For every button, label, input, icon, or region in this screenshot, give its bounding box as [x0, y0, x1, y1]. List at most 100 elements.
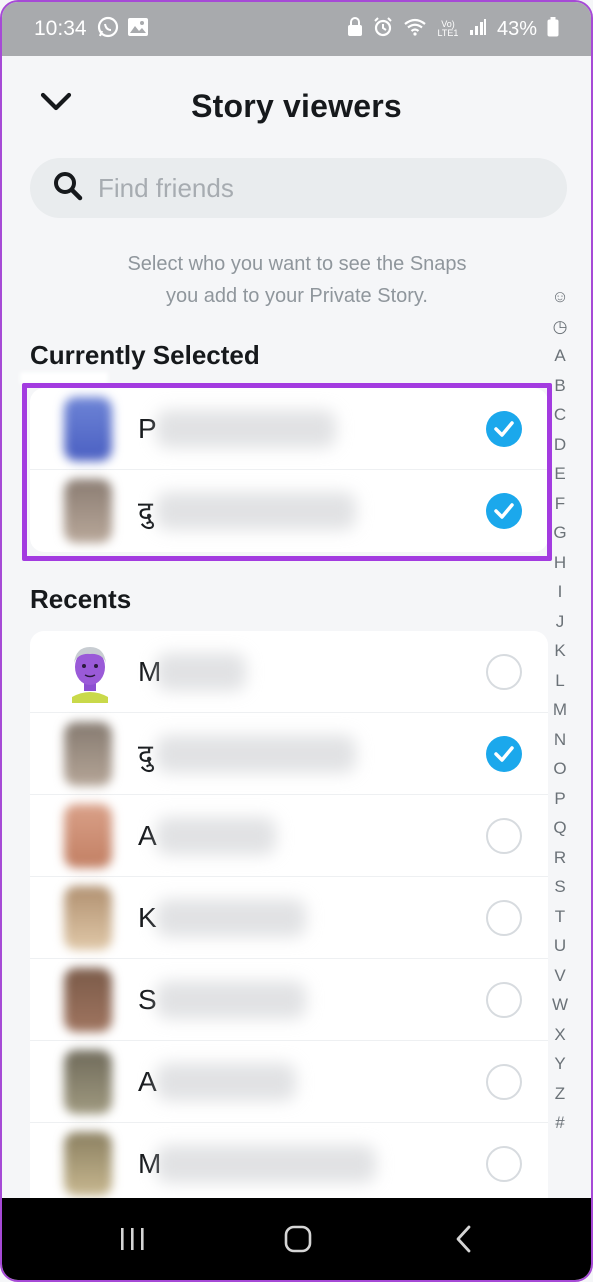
- avatar: [64, 1132, 112, 1196]
- recents-list: M दु A K S A M: [30, 631, 548, 1205]
- index-letter[interactable]: O: [553, 754, 566, 784]
- network-label: Vo) LTE1: [437, 19, 459, 38]
- index-letter[interactable]: Q: [553, 813, 566, 843]
- contact-name: P: [138, 412, 157, 444]
- check-icon: [494, 503, 514, 519]
- unselected-check[interactable]: [486, 1146, 522, 1182]
- index-letter[interactable]: ◷: [553, 312, 568, 342]
- index-letter[interactable]: T: [555, 902, 565, 932]
- index-letter[interactable]: Z: [555, 1079, 565, 1109]
- avatar: [64, 479, 112, 543]
- index-letter[interactable]: S: [554, 872, 565, 902]
- unselected-check[interactable]: [486, 654, 522, 690]
- back-arrow-icon: [456, 1225, 471, 1253]
- battery-icon: [547, 16, 559, 42]
- list-item[interactable]: A: [30, 1041, 548, 1123]
- index-letter[interactable]: Y: [554, 1049, 565, 1079]
- unselected-check[interactable]: [486, 1064, 522, 1100]
- lock-icon: [347, 16, 363, 42]
- blurred-name: [156, 817, 276, 855]
- bitmoji-avatar: [62, 641, 118, 703]
- home-icon: [284, 1225, 312, 1253]
- contact-name: दु: [138, 738, 153, 770]
- list-item[interactable]: A: [30, 795, 548, 877]
- status-time: 10:34: [34, 17, 87, 40]
- index-letter[interactable]: N: [554, 725, 566, 755]
- index-letter[interactable]: J: [556, 607, 565, 637]
- list-item[interactable]: दु: [30, 713, 548, 795]
- selected-check[interactable]: [486, 736, 522, 772]
- selected-check[interactable]: [486, 411, 522, 447]
- recent-apps-button[interactable]: [102, 1218, 162, 1260]
- index-letter[interactable]: I: [558, 577, 563, 607]
- index-letter[interactable]: G: [553, 518, 566, 548]
- status-bar: 10:34 Vo) LTE1 43%: [2, 2, 591, 56]
- avatar: [64, 397, 112, 461]
- recents-title: Recents: [30, 584, 132, 614]
- wifi-icon: [403, 18, 427, 41]
- list-item[interactable]: दु: [30, 470, 548, 552]
- list-item[interactable]: M: [30, 631, 548, 713]
- contact-name: दु: [138, 496, 153, 527]
- index-letter[interactable]: R: [554, 843, 566, 873]
- avatar: [64, 968, 112, 1032]
- blurred-name: [156, 492, 356, 530]
- contact-name: K: [138, 901, 157, 933]
- blur-strip: [20, 372, 108, 384]
- index-letter[interactable]: H: [554, 548, 566, 578]
- alphabet-index[interactable]: ☺ ◷ A B C D E F G H I J K L M N O P Q R S T U V W X Y Z #: [549, 282, 571, 1138]
- whatsapp-icon: [97, 16, 119, 43]
- list-item[interactable]: K: [30, 877, 548, 959]
- avatar: [64, 886, 112, 950]
- status-right-icons: Vo) LTE1 43%: [347, 16, 559, 42]
- contact-name: A: [138, 819, 157, 851]
- blurred-name: [156, 899, 306, 937]
- currently-selected-list: P दु: [30, 388, 548, 552]
- index-letter[interactable]: F: [555, 489, 565, 519]
- recent-apps-icon: [121, 1228, 144, 1250]
- index-letter[interactable]: M: [553, 695, 567, 725]
- search-icon: [52, 170, 84, 207]
- gallery-icon: [127, 17, 149, 42]
- index-letter[interactable]: X: [554, 1020, 565, 1050]
- currently-selected-title: Currently Selected: [30, 340, 260, 370]
- system-nav-bar: [2, 1198, 591, 1280]
- index-letter[interactable]: B: [554, 371, 565, 401]
- index-letter[interactable]: V: [554, 961, 565, 991]
- list-item[interactable]: P: [30, 388, 548, 470]
- blurred-name: [156, 410, 336, 448]
- list-item[interactable]: M: [30, 1123, 548, 1205]
- unselected-check[interactable]: [486, 982, 522, 1018]
- search-bar[interactable]: [30, 158, 567, 218]
- selected-check[interactable]: [486, 493, 522, 529]
- unselected-check[interactable]: [486, 900, 522, 936]
- contact-name: A: [138, 1065, 157, 1097]
- index-letter[interactable]: W: [552, 990, 568, 1020]
- avatar: [64, 1050, 112, 1114]
- blurred-name: [156, 653, 246, 691]
- signal-icon: [469, 18, 487, 41]
- page-header: Story viewers: [2, 56, 591, 156]
- list-item[interactable]: S: [30, 959, 548, 1041]
- unselected-check[interactable]: [486, 818, 522, 854]
- blurred-name: [156, 981, 306, 1019]
- alarm-icon: [373, 16, 393, 42]
- app-frame: 10:34 Vo) LTE1 43% Story viewers Find fr…: [0, 0, 593, 1282]
- contact-name: S: [138, 983, 157, 1015]
- index-letter[interactable]: ☺: [551, 282, 568, 312]
- index-letter[interactable]: D: [554, 430, 566, 460]
- index-letter[interactable]: #: [555, 1108, 564, 1138]
- index-letter[interactable]: A: [554, 341, 565, 371]
- helper-line-2: you add to your Private Story.: [166, 285, 428, 307]
- index-letter[interactable]: C: [554, 400, 566, 430]
- avatar: [64, 722, 112, 786]
- index-letter[interactable]: P: [554, 784, 565, 814]
- avatar: [64, 804, 112, 868]
- search-input[interactable]: [98, 172, 518, 204]
- index-letter[interactable]: E: [554, 459, 565, 489]
- index-letter[interactable]: K: [554, 636, 565, 666]
- index-letter[interactable]: U: [554, 931, 566, 961]
- index-letter[interactable]: L: [555, 666, 564, 696]
- home-button[interactable]: [268, 1218, 328, 1260]
- back-nav-button[interactable]: [434, 1218, 494, 1260]
